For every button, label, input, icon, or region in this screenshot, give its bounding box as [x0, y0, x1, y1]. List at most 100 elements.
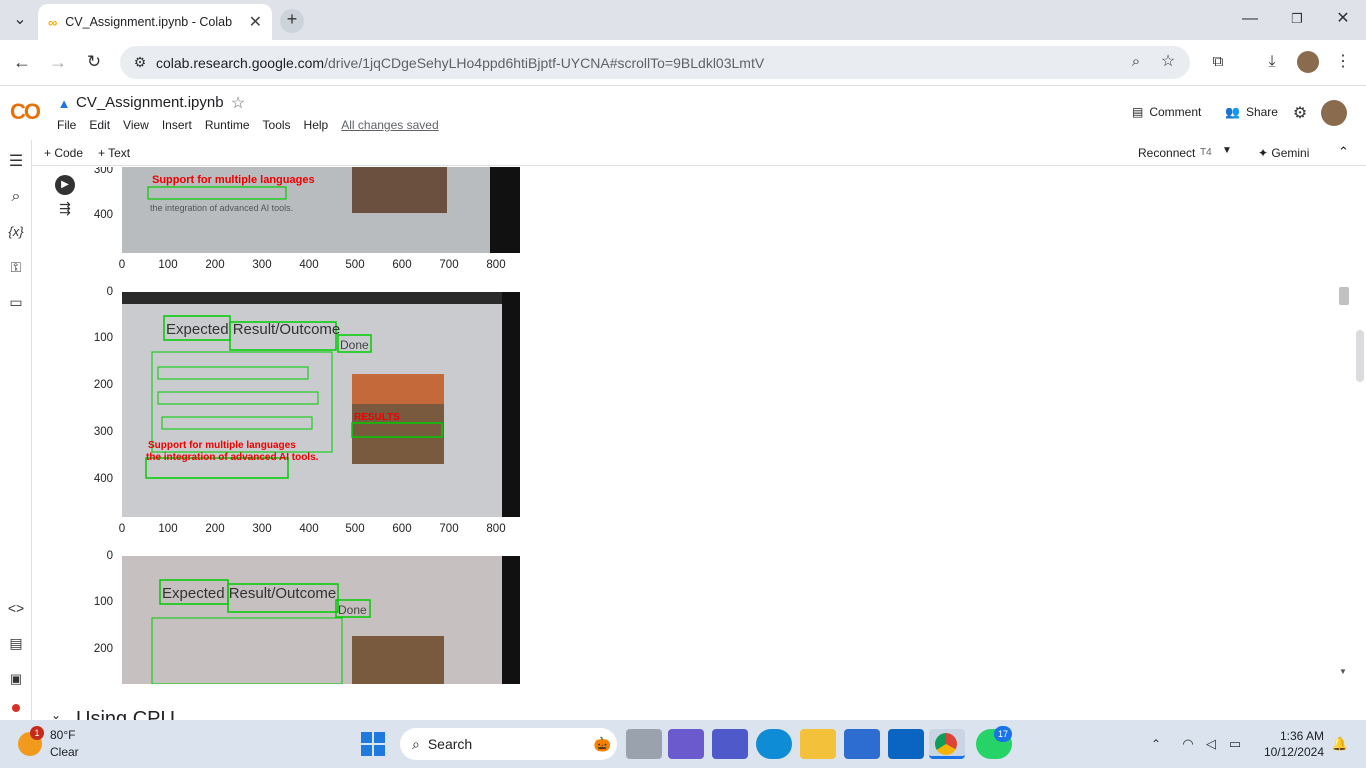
menu-edit[interactable]: Edit [89, 118, 110, 132]
outlook-icon[interactable] [888, 729, 924, 759]
menu-bar: File Edit View Insert Runtime Tools Help… [57, 118, 439, 132]
profile-avatar-icon[interactable] [1297, 51, 1319, 73]
table-of-contents-icon[interactable]: ☰ [6, 152, 26, 172]
browser-tab[interactable]: ∞ CV_Assignment.ipynb - Colab ✕ [38, 4, 272, 40]
zoom-icon[interactable]: ⌕ [1126, 52, 1146, 72]
code-snippets-icon[interactable]: <> [6, 598, 26, 618]
colab-header: CO ▲ CV_Assignment.ipynb ☆ File Edit Vie… [0, 87, 1366, 140]
show-hidden-icons-icon[interactable]: ⌃ [1146, 734, 1166, 754]
drive-icon: ▲ [57, 96, 71, 111]
menu-tools[interactable]: Tools [263, 118, 291, 132]
scrollbar-thumb[interactable] [1339, 287, 1349, 305]
browser-menu-icon[interactable]: ⋮ [1333, 52, 1353, 72]
file-explorer-icon[interactable] [800, 729, 836, 759]
microsoft-store-icon[interactable] [844, 729, 880, 759]
downloads-icon[interactable]: ⤓ [1262, 52, 1282, 72]
reload-icon[interactable]: ↻ [84, 52, 104, 72]
share-people-icon: 👥 [1225, 105, 1240, 119]
copilot-icon[interactable] [668, 729, 704, 759]
close-window-icon[interactable]: ✕ [1333, 9, 1353, 29]
comment-button[interactable]: ▤ Comment [1132, 105, 1201, 119]
plot1-xtick: 700 [439, 259, 459, 271]
plot1-xtick: 100 [158, 259, 178, 271]
minimize-icon[interactable]: — [1240, 9, 1260, 29]
edge-icon[interactable] [756, 729, 792, 759]
secrets-key-icon[interactable]: ⚿ [6, 257, 26, 277]
files-folder-icon[interactable]: ▭ [6, 292, 26, 312]
tab-search-icon[interactable]: ⌄ [10, 10, 30, 30]
search-icon: ⌕ [412, 735, 420, 752]
extensions-icon[interactable]: ⧉ [1208, 52, 1228, 72]
add-code-button[interactable]: + Code [44, 146, 83, 160]
chrome-icon[interactable] [929, 729, 965, 759]
gemini-button[interactable]: ✦ Gemini [1258, 146, 1309, 160]
notebook-toolbar: + Code + Text Reconnect T4 ▼ ✦ Gemini ⌃ [32, 140, 1366, 166]
colab-logo[interactable]: CO [10, 99, 41, 125]
run-cell-icon[interactable]: ▶ [55, 175, 75, 195]
runtime-dropdown-icon[interactable]: ▼ [1222, 145, 1232, 156]
bookmark-star-icon[interactable]: ☆ [1158, 52, 1178, 72]
collapse-icon[interactable]: ⌃ [1338, 144, 1349, 160]
variables-icon[interactable]: {x} [4, 222, 28, 242]
browser-titlebar: ⌄ ∞ CV_Assignment.ipynb - Colab ✕ + — ❐ … [0, 0, 1366, 40]
plot2-results-label: RESULTS [354, 412, 400, 423]
windows-start-icon[interactable] [361, 732, 385, 756]
url-host: colab.research.google.com [156, 54, 325, 71]
address-bar[interactable]: ⚙ colab.research.google.com/drive/1jqCDg… [120, 46, 1190, 79]
weather-temp[interactable]: 80°F [50, 728, 75, 742]
wifi-icon[interactable]: ◠ [1178, 734, 1198, 754]
search-icon[interactable]: ⌕ [6, 187, 26, 207]
page-scrollbar-thumb[interactable] [1356, 330, 1364, 382]
terminal-icon[interactable]: ▣ [6, 669, 26, 689]
close-tab-icon[interactable]: ✕ [249, 12, 262, 32]
task-view-icon[interactable] [626, 729, 662, 759]
share-button[interactable]: 👥 Share [1225, 105, 1278, 119]
taskbar-search[interactable]: ⌕ Search 🎃 [400, 728, 617, 760]
plot1-slide-text: the integration of advanced AI tools. [150, 203, 293, 213]
user-avatar[interactable] [1321, 100, 1347, 126]
plot1-overlay-text: Support for multiple languages [152, 174, 315, 186]
colab-favicon-icon: ∞ [48, 14, 58, 30]
battery-icon[interactable]: ▭ [1225, 734, 1245, 754]
teams-icon[interactable] [712, 729, 748, 759]
restore-icon[interactable]: ❐ [1287, 9, 1307, 29]
output-options-icon[interactable]: ⇶ [55, 198, 75, 218]
plot1-xtick: 500 [345, 259, 365, 271]
runtime-type-label: T4 [1200, 147, 1212, 158]
menu-view[interactable]: View [123, 118, 149, 132]
add-text-button[interactable]: + Text [98, 146, 130, 160]
notebook-content[interactable]: ▶ ⇶ Support for multiple languages the i… [33, 167, 1335, 684]
star-notebook-icon[interactable]: ☆ [228, 94, 248, 114]
scroll-down-icon[interactable]: ▼ [1339, 667, 1347, 676]
plot1-xtick: 600 [392, 259, 412, 271]
settings-gear-icon[interactable]: ⚙ [1290, 104, 1310, 124]
gemini-sparkle-icon: ✦ [1258, 146, 1272, 160]
clock-time[interactable]: 1:36 AM [1262, 729, 1324, 743]
output-scrollbar[interactable]: ▼ [1335, 167, 1353, 684]
volume-icon[interactable]: ◁ [1201, 734, 1221, 754]
plot2-image: Expected Result/Outcome Done RESULTS Sup… [122, 292, 520, 517]
plot2-xtick: 100 [158, 523, 178, 535]
site-info-icon[interactable]: ⚙ [130, 52, 150, 72]
menu-help[interactable]: Help [304, 118, 329, 132]
save-status[interactable]: All changes saved [341, 118, 438, 132]
menu-insert[interactable]: Insert [162, 118, 192, 132]
notebook-name[interactable]: CV_Assignment.ipynb [76, 94, 224, 111]
new-tab-icon[interactable]: + [280, 9, 304, 33]
status-dot-icon [12, 704, 20, 712]
weather-desc[interactable]: Clear [50, 745, 79, 759]
menu-file[interactable]: File [57, 118, 76, 132]
plot2-slide-header: Expected Result/Outcome [166, 321, 340, 338]
back-icon[interactable]: ← [12, 52, 32, 72]
tab-title: CV_Assignment.ipynb - Colab [65, 15, 233, 29]
menu-runtime[interactable]: Runtime [205, 118, 250, 132]
clock-date[interactable]: 10/12/2024 [1250, 745, 1324, 759]
reconnect-button[interactable]: Reconnect [1138, 146, 1195, 160]
plot2-ytick: 0 [106, 286, 113, 298]
plot1-xtick: 200 [205, 259, 225, 271]
notifications-bell-icon[interactable]: 🔔 [1330, 734, 1350, 754]
command-palette-icon[interactable]: ▤ [6, 633, 26, 653]
forward-icon[interactable]: → [48, 52, 68, 72]
url-path: /drive/1jqCDgeSehyLHo4ppd6htiBjptf-UYCNA… [324, 54, 765, 71]
plot2-xtick: 200 [205, 523, 225, 535]
